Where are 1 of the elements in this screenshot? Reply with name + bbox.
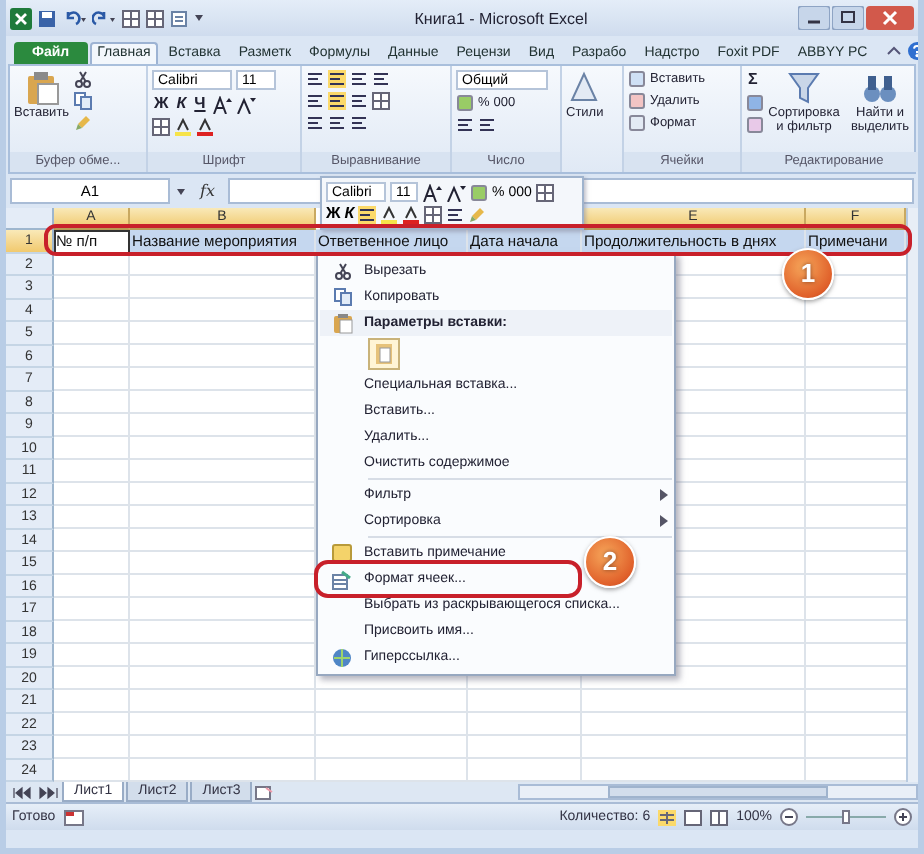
- window-title: Книга1 - Microsoft Excel: [412, 9, 590, 27]
